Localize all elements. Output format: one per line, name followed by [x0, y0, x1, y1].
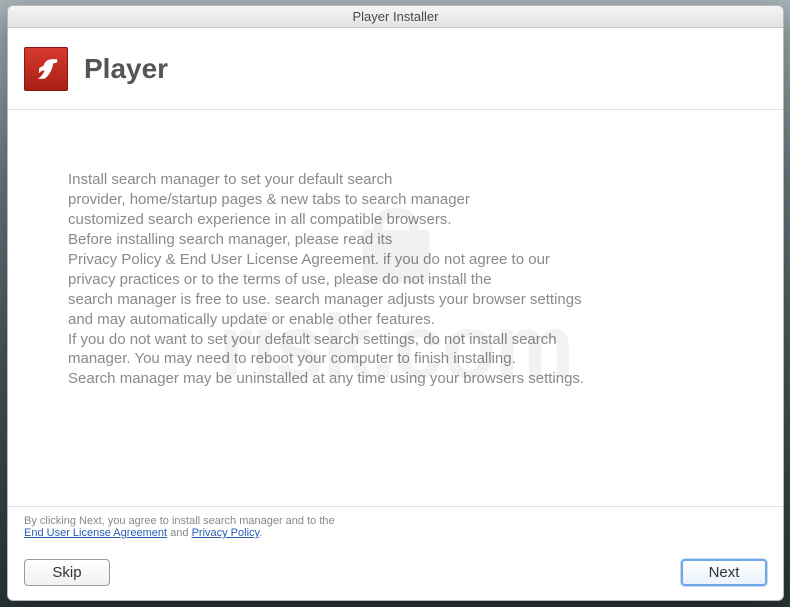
button-row: Skip Next	[8, 549, 783, 600]
footer-prefix: By clicking Next, you agree to install s…	[24, 515, 335, 527]
next-button[interactable]: Next	[681, 559, 767, 586]
body-line: search manager is free to use. search ma…	[68, 291, 582, 308]
flash-icon	[24, 47, 68, 91]
body-line: Search manager may be uninstalled at any…	[68, 370, 584, 387]
body-line: If you do not want to set your default s…	[68, 331, 557, 348]
footer: By clicking Next, you agree to install s…	[8, 506, 783, 549]
body-line: manager. You may need to reboot your com…	[68, 350, 516, 367]
body-line: Privacy Policy & End User License Agreem…	[68, 251, 550, 268]
body-line: privacy practices or to the terms of use…	[68, 271, 492, 288]
footer-suffix: .	[259, 527, 262, 539]
body-line: Before installing search manager, please…	[68, 231, 392, 248]
window-title: Player Installer	[353, 9, 439, 24]
body-line: customized search experience in all comp…	[68, 211, 452, 228]
skip-button[interactable]: Skip	[24, 559, 110, 586]
footer-text: By clicking Next, you agree to install s…	[24, 515, 767, 539]
window-titlebar: Player Installer	[8, 6, 783, 28]
body-line: provider, home/startup pages & new tabs …	[68, 191, 470, 208]
body-panel: risk.com Install search manager to set y…	[8, 110, 783, 506]
body-text: Install search manager to set your defau…	[68, 170, 688, 389]
body-line: and may automatically update or enable o…	[68, 311, 435, 328]
app-title: Player	[84, 53, 168, 85]
body-line: Install search manager to set your defau…	[68, 171, 392, 188]
header: Player	[8, 28, 783, 110]
installer-window: Player Installer Player risk.com Install…	[7, 5, 784, 601]
footer-separator: and	[167, 527, 191, 539]
privacy-link[interactable]: Privacy Policy	[192, 527, 260, 539]
eula-link[interactable]: End User License Agreement	[24, 527, 167, 539]
